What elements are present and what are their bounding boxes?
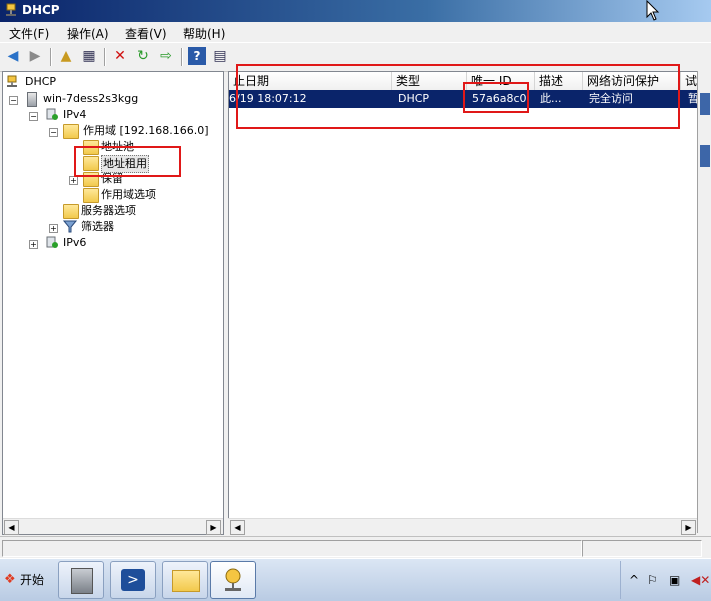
help-icon[interactable]: ? <box>188 47 206 65</box>
annotation-list-box <box>236 64 680 129</box>
tree-label-scope-options: 作用域选项 <box>101 188 156 201</box>
expand-filters-toggle[interactable]: + <box>49 224 58 233</box>
start-button[interactable]: ❖ 开始 <box>2 567 50 593</box>
taskbar-server-manager[interactable] <box>58 561 104 599</box>
menu-help[interactable]: 帮助(H) <box>183 25 225 42</box>
menu-view[interactable]: 查看(V) <box>125 25 167 42</box>
windows-logo-icon: ❖ <box>4 572 16 587</box>
up-folder-icon[interactable]: ▲ <box>57 47 75 65</box>
tree-node-filters[interactable]: 筛选器 <box>62 219 203 235</box>
tree-label-dhcp: DHCP <box>25 75 57 88</box>
system-tray: ^ ⚐ ▣ ◀✕ <box>620 561 711 599</box>
forward-icon[interactable]: ▶ <box>26 47 44 65</box>
tree-node-scope-options[interactable]: 作用域选项 <box>83 187 213 203</box>
tree-node-scope[interactable]: 作用域 [192.168.166.0] <box>63 123 221 139</box>
properties-icon[interactable]: ▤ <box>211 47 229 65</box>
back-icon[interactable]: ◀ <box>4 47 22 65</box>
lease-list: 止日期 类型 唯一 ID 描述 网络访问保护 试 6/19 18:07:12 D… <box>228 71 698 520</box>
collapse-ipv4-toggle[interactable]: − <box>29 112 38 121</box>
tree-label-server: win-7dess2s3kgg <box>43 92 139 105</box>
flag-icon[interactable]: ⚐ <box>647 573 658 587</box>
server-manager-icon <box>71 568 93 594</box>
action-pane-strip[interactable] <box>697 71 711 533</box>
refresh-icon[interactable]: ↻ <box>134 47 152 65</box>
taskbar: ❖ 开始 > ^ ⚐ ▣ ◀✕ <box>0 558 711 601</box>
filter-icon <box>62 220 78 233</box>
scroll-right-icon[interactable]: ▶ <box>206 520 221 535</box>
tree-label-server-options: 服务器选项 <box>81 204 136 217</box>
tree-node-ipv4[interactable]: IPv4 <box>45 107 205 123</box>
ipv4-icon <box>45 108 59 121</box>
tree-horizontal-scrollbar[interactable]: ◀ ▶ <box>3 518 223 535</box>
tree-label-scope: 作用域 [192.168.166.0] <box>83 124 209 137</box>
show-hidden-icons[interactable]: ^ <box>629 573 639 587</box>
expand-reservations-toggle[interactable]: + <box>69 176 78 185</box>
menu-bar: 文件(F) 操作(A) 查看(V) 帮助(H) <box>0 22 711 42</box>
tree-label-ipv6: IPv6 <box>63 236 87 249</box>
start-label: 开始 <box>20 573 45 587</box>
list-horizontal-scrollbar[interactable]: ◀ ▶ <box>228 518 698 535</box>
network-icon[interactable]: ▣ <box>669 573 680 587</box>
powershell-icon: > <box>121 569 145 591</box>
scroll-left-icon[interactable]: ◀ <box>4 520 19 535</box>
taskbar-dhcp[interactable] <box>210 561 256 599</box>
annotation-uid-box <box>463 82 529 113</box>
collapse-scope-toggle[interactable]: − <box>49 128 58 137</box>
menu-action[interactable]: 操作(A) <box>67 25 109 42</box>
ipv6-icon <box>45 236 59 249</box>
collapse-server-toggle[interactable]: − <box>9 96 18 105</box>
tree-node-ipv6[interactable]: IPv6 <box>45 235 205 251</box>
volume-muted-icon[interactable]: ◀✕ <box>691 573 710 587</box>
dhcp-app-icon <box>4 3 18 17</box>
taskbar-explorer[interactable] <box>162 561 208 599</box>
title-bar: DHCP <box>0 0 711 22</box>
show-hide-tree-icon[interactable]: ▦ <box>80 47 98 65</box>
expand-ipv6-toggle[interactable]: + <box>29 240 38 249</box>
taskbar-powershell[interactable]: > <box>110 561 156 599</box>
console-tree: DHCP − win-7dess2s3kgg − IPv4 − 作用域 [192… <box>2 71 224 535</box>
tree-node-server[interactable]: win-7dess2s3kgg <box>25 91 215 107</box>
menu-file[interactable]: 文件(F) <box>9 25 49 42</box>
explorer-folder-icon <box>172 570 200 592</box>
tree-node-server-options[interactable]: 服务器选项 <box>63 203 203 219</box>
server-icon <box>27 92 37 107</box>
column-trial[interactable]: 试 <box>681 72 697 90</box>
tree-node-dhcp[interactable]: DHCP <box>5 74 205 90</box>
export-icon[interactable]: ⇨ <box>157 47 175 65</box>
status-bar <box>0 536 711 559</box>
dhcp-taskbar-icon <box>223 567 243 596</box>
mouse-cursor-icon <box>646 0 660 22</box>
scroll-left-icon[interactable]: ◀ <box>230 520 245 535</box>
annotation-leases-box <box>74 146 181 177</box>
folder-icon <box>83 188 99 203</box>
window-title: DHCP <box>22 3 60 17</box>
delete-icon[interactable]: ✕ <box>111 47 129 65</box>
tree-label-filters: 筛选器 <box>81 220 114 233</box>
folder-icon <box>63 124 79 139</box>
scroll-right-icon[interactable]: ▶ <box>681 520 696 535</box>
dhcp-root-icon <box>5 75 19 88</box>
tree-label-ipv4: IPv4 <box>63 108 87 121</box>
folder-icon <box>63 204 79 219</box>
